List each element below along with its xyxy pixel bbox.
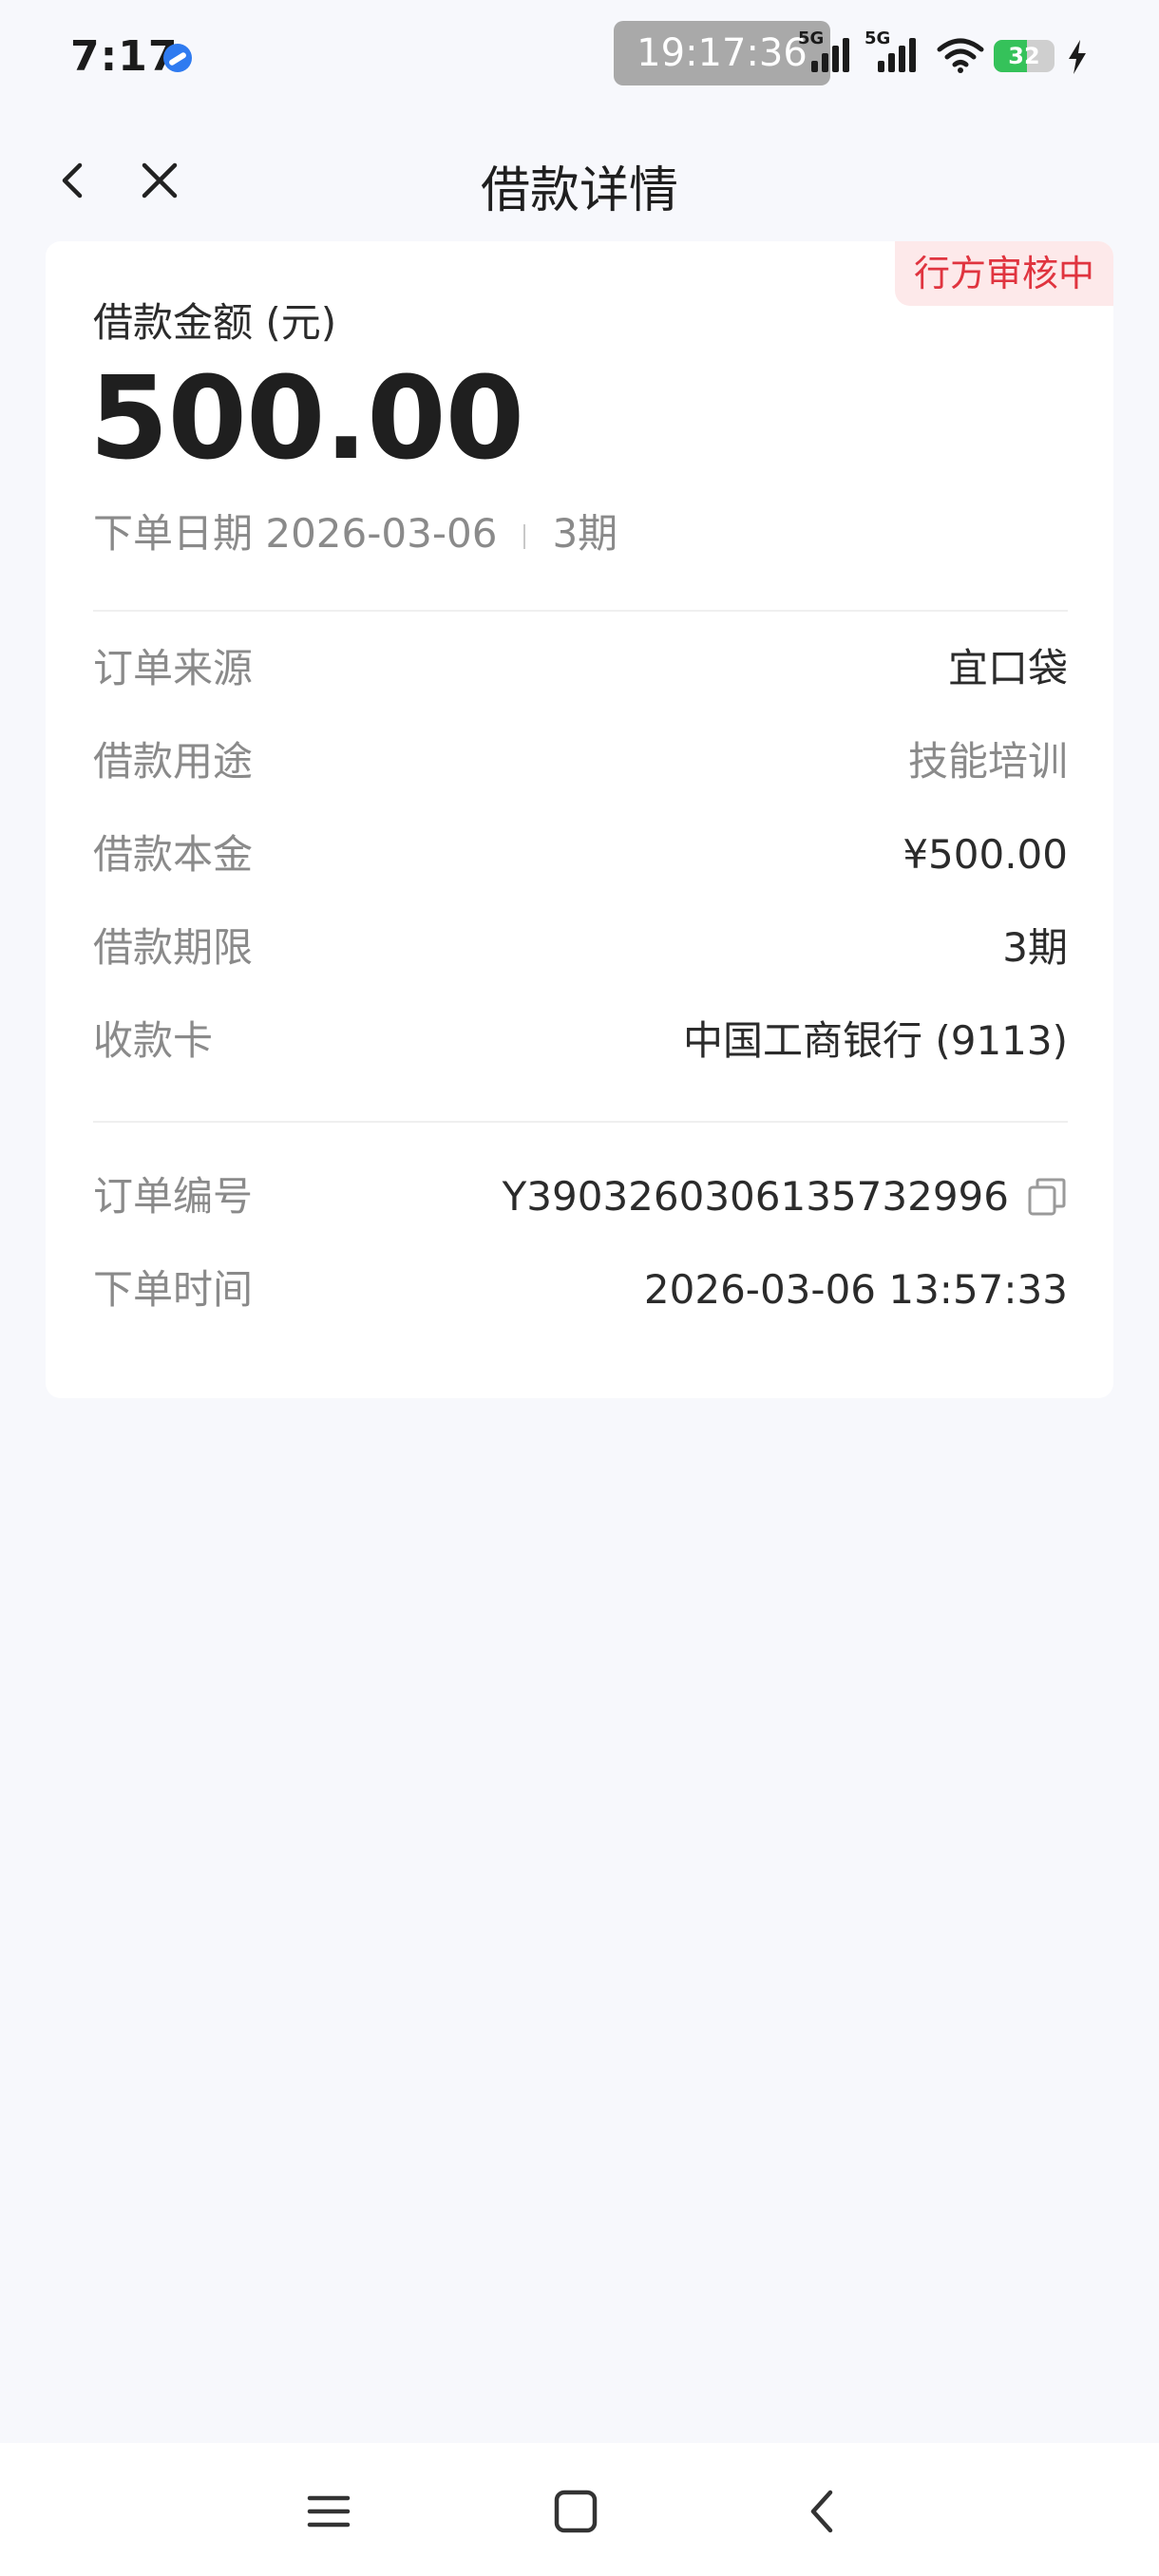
order-date-text: 下单日期 2026-03-06 [93,510,498,557]
battery-icon: 32 [994,40,1054,72]
detail-value: 3期 [1002,924,1068,971]
detail-label: 订单来源 [93,645,254,691]
detail-label: 借款用途 [93,738,254,785]
battery-level: 32 [1008,43,1040,69]
detail-row-order-number: 订单编号 Y3903260306135732996 [93,1168,1068,1225]
order-number-value: Y3903260306135732996 [502,1173,1009,1220]
status-bar: 7:17 19:17:36 5G 5G 32 [0,0,1159,114]
detail-value: 宜口袋 [947,645,1068,691]
detail-label: 借款本金 [93,831,254,878]
detail-row-order-time: 下单时间 2026-03-06 13:57:33 [93,1261,1068,1318]
amount-label: 借款金额 (元) [93,299,337,346]
detail-label: 收款卡 [93,1017,214,1064]
detail-label: 借款期限 [93,924,254,971]
page-title: 借款详情 [480,162,678,219]
detail-row-source: 订单来源 宜口袋 [93,640,1068,697]
signal-5g-icon: 5G [798,28,853,76]
nav-header: 借款详情 [0,133,1159,228]
detail-row-purpose: 借款用途 技能培训 [93,733,1068,790]
signal-label: 5G [798,28,825,48]
summary-divider [523,523,526,549]
detail-value: 技能培训 [907,738,1068,785]
home-icon[interactable] [549,2485,602,2538]
order-summary: 下单日期 2026-03-06 3期 [93,502,618,559]
back-icon[interactable] [798,2485,851,2538]
detail-row-principal: 借款本金 ¥500.00 [93,826,1068,883]
copy-icon[interactable] [1026,1176,1068,1218]
divider [93,610,1068,612]
detail-row-term: 借款期限 3期 [93,919,1068,976]
app-dot-icon [163,44,192,72]
charging-bolt-icon [1069,40,1086,74]
system-nav-bar [0,2443,1159,2576]
detail-label: 下单时间 [93,1266,254,1313]
wifi-icon [937,38,984,73]
divider [93,1121,1068,1123]
detail-value: 中国工商银行 (9113) [682,1017,1068,1064]
signal-label-2: 5G [864,28,891,48]
detail-value: 2026-03-06 13:57:33 [643,1266,1068,1313]
detail-value: ¥500.00 [902,831,1068,878]
detail-row-receiving-card: 收款卡 中国工商银行 (9113) [93,1013,1068,1070]
term-text: 3期 [552,510,618,557]
status-badge: 行方审核中 [894,241,1113,306]
loan-detail-card: 行方审核中 借款金额 (元) 500.00 下单日期 2026-03-06 3期 … [46,241,1113,1398]
signal-5g-icon-2: 5G [864,28,920,76]
menu-icon[interactable] [302,2485,355,2538]
detail-label: 订单编号 [93,1173,254,1220]
amount-value: 500.00 [89,353,524,485]
status-time: 7:17 [70,32,179,81]
